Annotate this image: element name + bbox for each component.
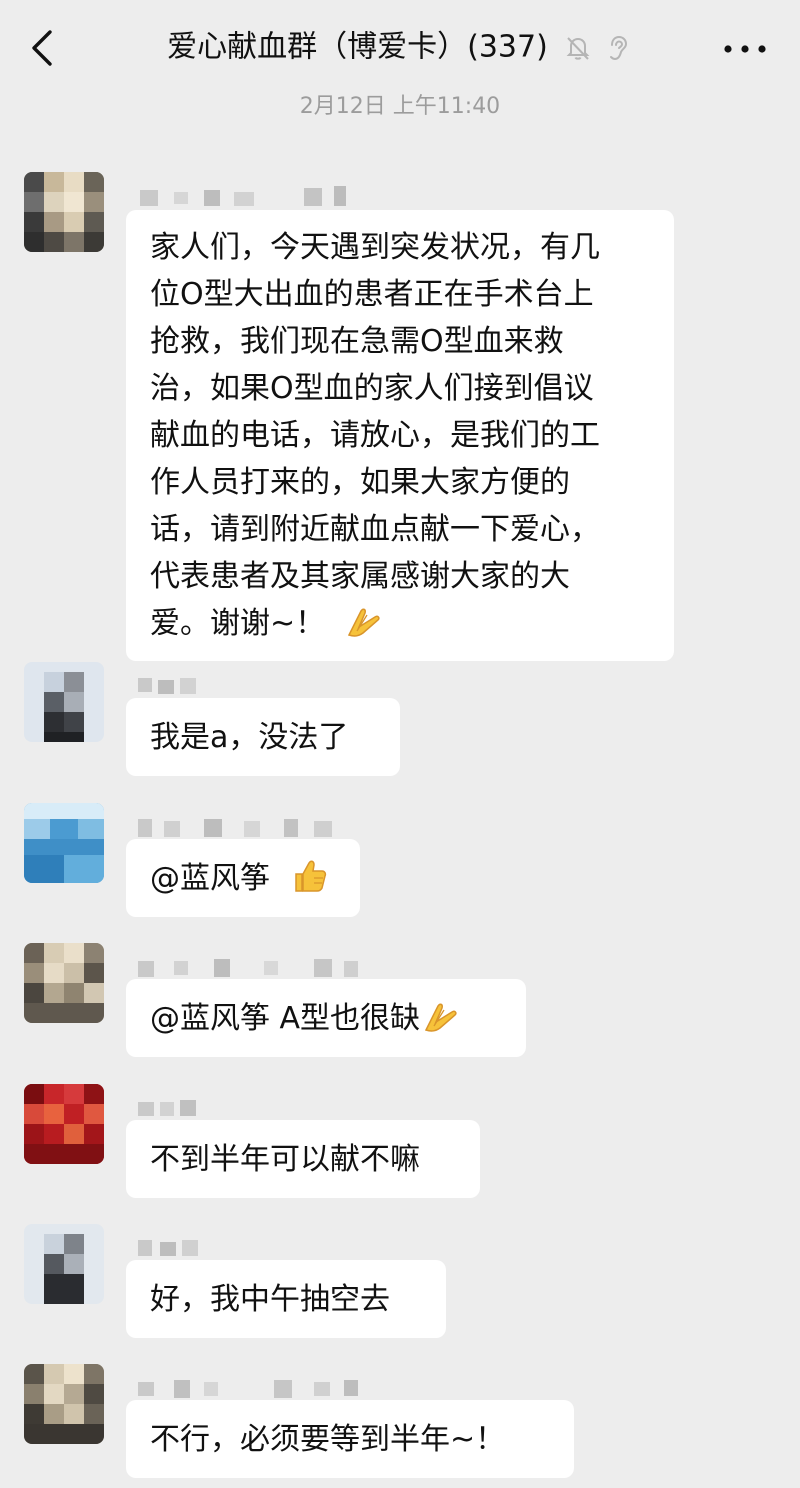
sender-name-blurred <box>134 668 374 698</box>
avatar[interactable] <box>24 662 104 742</box>
message-timestamp: 2月12日 上午11:40 <box>299 94 501 119</box>
sender-name-blurred <box>134 1230 374 1260</box>
message-text-line: 家人们，今天遇到突发状况，有几 <box>150 230 600 265</box>
message-bubble[interactable]: 不到半年可以献不嘛 <box>126 1120 480 1198</box>
folded-hands-emoji <box>425 1003 457 1032</box>
more-dots-icon <box>724 45 766 53</box>
message-bubble[interactable]: 不行，必须要等到半年~！ <box>126 1400 574 1478</box>
message-text: 不行，必须要等到半年~！ <box>150 1422 506 1457</box>
message-text-line: 献血的电话，请放心，是我们的工 <box>150 418 600 453</box>
message-bubble[interactable]: 家人们，今天遇到突发状况，有几 位O型大出血的患者正在手术台上 抢救，我们现在急… <box>126 210 674 661</box>
folded-hands-emoji <box>347 608 380 637</box>
avatar[interactable] <box>24 172 104 252</box>
avatar[interactable] <box>24 1364 104 1444</box>
sender-name-blurred <box>134 1090 374 1120</box>
more-options-button[interactable] <box>720 32 770 66</box>
chat-header: 爱心献血群（博爱卡）(337) <box>0 0 800 90</box>
message-text-line: 代表患者及其家属感谢大家的大 <box>150 559 570 594</box>
avatar[interactable] <box>24 943 104 1023</box>
ear-icon <box>609 35 627 61</box>
sender-name-blurred <box>134 178 374 208</box>
avatar[interactable] <box>24 1224 104 1304</box>
chat-title-row: 爱心献血群（博爱卡）(337) <box>0 24 800 71</box>
message-bubble[interactable]: @蓝风筝 <box>126 839 360 917</box>
message-bubble[interactable]: 我是a，没法了 <box>126 698 400 776</box>
bell-muted-icon <box>566 37 590 60</box>
sender-name-blurred <box>134 809 374 839</box>
message-bubble[interactable]: @蓝风筝 A型也很缺 <box>126 979 526 1057</box>
message-text-line: 爱。谢谢~！ <box>150 606 326 641</box>
message-text: @蓝风筝 A型也很缺 <box>150 1001 421 1036</box>
message-text-line: 抢救，我们现在急需O型血来救 <box>150 324 564 359</box>
message-bubble[interactable]: 好，我中午抽空去 <box>126 1260 446 1338</box>
thumbs-up-emoji <box>294 860 326 892</box>
message-text-line: 位O型大出血的患者正在手术台上 <box>150 277 594 312</box>
message-text-line: 话，请到附近献血点献一下爱心， <box>150 512 600 547</box>
message-text-line: 作人员打来的，如果大家方便的 <box>150 465 570 500</box>
chat-title: 爱心献血群（博爱卡）(337) <box>167 29 548 65</box>
message-text-line: 治，如果O型血的家人们接到倡议 <box>150 371 594 406</box>
message-text: 我是a，没法了 <box>150 720 349 755</box>
avatar[interactable] <box>24 803 104 883</box>
sender-name-blurred <box>134 949 374 979</box>
sender-name-blurred <box>134 1370 374 1400</box>
message-text: 好，我中午抽空去 <box>150 1282 390 1317</box>
message-text: 不到半年可以献不嘛 <box>150 1142 420 1177</box>
avatar[interactable] <box>24 1084 104 1164</box>
message-text: @蓝风筝 <box>150 861 270 896</box>
